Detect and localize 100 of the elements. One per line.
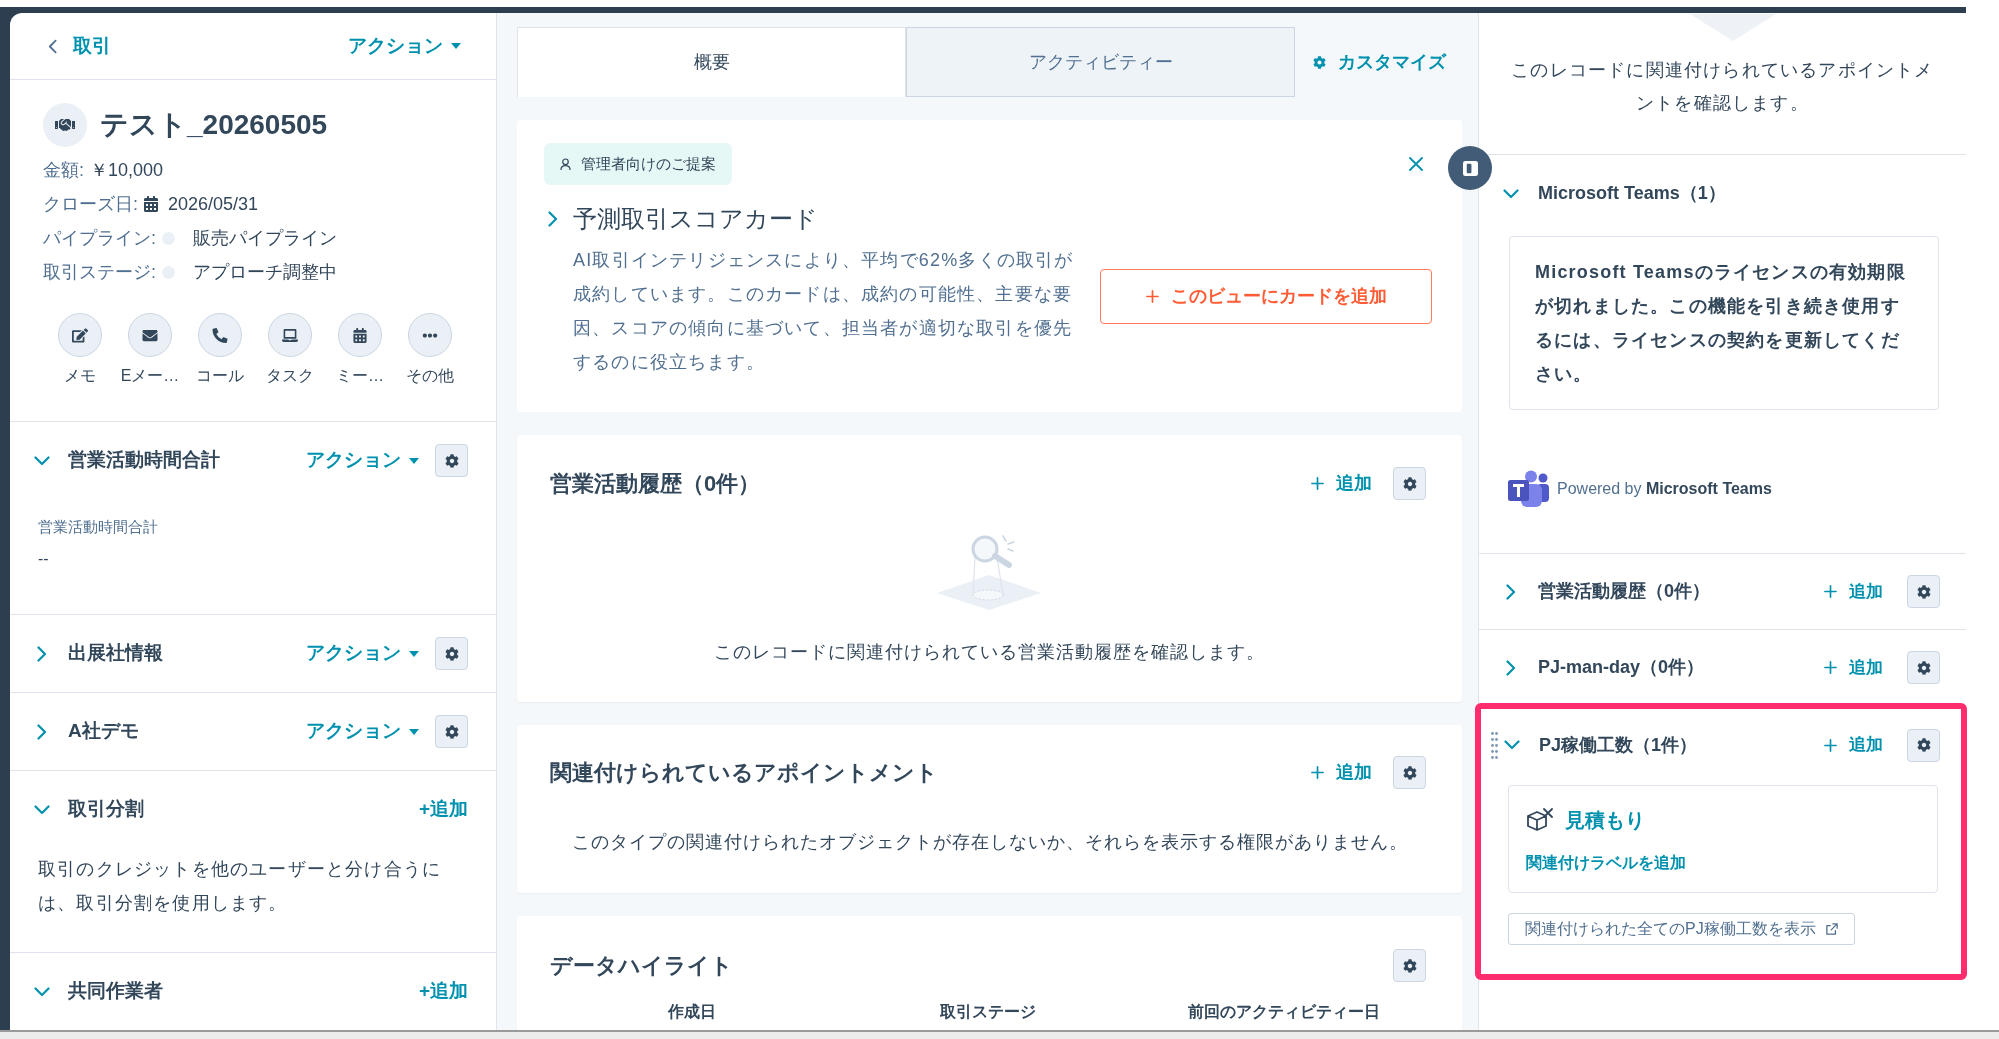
card-title: データハイライト xyxy=(550,952,733,980)
section-title[interactable]: 取引分割 xyxy=(68,795,144,824)
plus-icon xyxy=(1145,290,1159,303)
column-header: 取引ステージ xyxy=(940,1002,1036,1022)
phone-icon xyxy=(198,313,242,357)
box-cross-icon xyxy=(1526,808,1553,832)
settings-button[interactable] xyxy=(435,637,468,670)
person-icon xyxy=(560,157,571,171)
section-title[interactable]: 共同作業者 xyxy=(68,977,163,1006)
external-link-icon xyxy=(1825,923,1838,935)
pencil-icon xyxy=(58,313,102,357)
suggestion-title[interactable]: 予測取引スコアカード xyxy=(573,201,818,237)
section-title[interactable]: A社デモ xyxy=(68,717,139,746)
tab[interactable]: アクティビティー xyxy=(906,27,1295,97)
field-value: -- xyxy=(38,549,49,569)
badge-label: 管理者向けのご提案 xyxy=(581,153,716,174)
section-title[interactable]: 営業活動履歴（0件） xyxy=(1538,578,1710,605)
property-value: 販売パイプライン xyxy=(193,226,337,250)
empty-message: このレコードに関連付けられている営業活動履歴を確認します。 xyxy=(714,641,1265,664)
caret-icon xyxy=(409,457,419,464)
suggestion-text: AI取引インテリジェンスにより、平均で62%多くの取引が成約しています。このカードは、成約の可能性、主要な要因、スコアの傾向に基づいて、担当者が適切な取引を優先するのに役立ちます。 xyxy=(573,249,1075,374)
gear-icon xyxy=(1402,476,1417,491)
quick-action-button[interactable]: ミー… xyxy=(336,313,384,386)
actions-menu-button[interactable]: アクション xyxy=(306,639,419,668)
section-title[interactable]: 出展社情報 xyxy=(68,639,163,668)
back-link[interactable]: 取引 xyxy=(48,31,111,61)
settings-button[interactable] xyxy=(1907,575,1940,608)
plus-icon xyxy=(1311,477,1324,490)
drag-handle-icon[interactable] xyxy=(1490,730,1498,760)
gear-icon xyxy=(1916,584,1931,599)
quick-action-button[interactable]: その他 xyxy=(406,313,454,386)
view-all-button[interactable]: 関連付けられた全てのPJ稼働工数を表示 xyxy=(1508,913,1855,945)
property-value: アプローチ調整中 xyxy=(193,260,337,284)
add-button[interactable]: 追加 xyxy=(1824,654,1883,681)
chevron-right-icon[interactable] xyxy=(37,723,47,740)
section-title[interactable]: Microsoft Teams（1） xyxy=(1538,180,1726,207)
panel-icon xyxy=(1462,160,1478,176)
settings-button[interactable] xyxy=(1393,949,1426,982)
quick-action-button[interactable]: メモ xyxy=(58,313,102,386)
add-button[interactable]: +追加 xyxy=(418,977,468,1006)
close-button[interactable] xyxy=(1408,156,1424,172)
app-logo-icon xyxy=(1508,470,1549,507)
ellipsis-icon xyxy=(408,313,452,357)
gear-icon xyxy=(1916,660,1931,675)
property-label: パイプライン: xyxy=(43,226,156,250)
section-title[interactable]: PJ稼働工数（1件） xyxy=(1539,731,1698,759)
chevron-down-icon[interactable] xyxy=(34,455,50,466)
quick-action-button[interactable]: コール xyxy=(196,313,244,386)
add-button[interactable]: 追加 xyxy=(1824,732,1883,758)
settings-button[interactable] xyxy=(1907,651,1940,684)
chevron-right-icon[interactable] xyxy=(548,211,558,227)
section-title[interactable]: 営業活動時間合計 xyxy=(68,446,220,475)
column-header: 前回のアクティビティー日 xyxy=(1188,1002,1380,1022)
envelope-icon xyxy=(128,313,172,357)
settings-button[interactable] xyxy=(435,444,468,477)
record-link[interactable]: 見積もり xyxy=(1565,805,1645,835)
actions-menu-button[interactable]: アクション xyxy=(306,446,419,475)
add-button[interactable]: 追加 xyxy=(1311,759,1372,786)
settings-button[interactable] xyxy=(1393,467,1426,500)
add-button[interactable]: +追加 xyxy=(418,795,468,824)
add-card-button[interactable]: このビューにカードを追加 xyxy=(1100,269,1432,324)
tab[interactable]: 概要 xyxy=(517,27,906,97)
gear-icon xyxy=(444,453,459,468)
add-button[interactable]: 追加 xyxy=(1824,578,1883,605)
actions-menu-button[interactable]: アクション xyxy=(348,31,461,61)
settings-button[interactable] xyxy=(435,715,468,748)
handshake-icon xyxy=(43,103,87,147)
gear-icon xyxy=(1313,55,1326,69)
plus-icon xyxy=(1824,738,1837,752)
chevron-right-icon[interactable] xyxy=(37,645,47,662)
chevron-down-icon[interactable] xyxy=(1504,740,1520,750)
empty-message: このタイプの関連付けられたオブジェクトが存在しないか、それらを表示する権限がありません。 xyxy=(571,831,1408,854)
settings-button[interactable] xyxy=(1907,728,1940,762)
property-value: ￥10,000 xyxy=(90,158,164,182)
column-header: 作成日 xyxy=(668,1002,716,1022)
calendar-icon xyxy=(144,196,158,212)
caret-icon xyxy=(451,43,461,49)
gear-icon xyxy=(1402,958,1417,973)
chevron-right-icon[interactable] xyxy=(1506,583,1516,600)
laptop-icon xyxy=(268,313,312,357)
chevron-down-icon[interactable] xyxy=(34,804,50,815)
calendar-icon xyxy=(338,313,382,357)
card-title: 関連付けられているアポイントメント xyxy=(550,759,938,787)
chevron-down-icon[interactable] xyxy=(1503,188,1519,199)
actions-menu-button[interactable]: アクション xyxy=(306,717,419,746)
property-label: 取引ステージ: xyxy=(43,260,156,284)
add-button[interactable]: 追加 xyxy=(1311,470,1372,497)
quick-action-button[interactable]: Eメー… xyxy=(120,313,180,386)
gear-icon xyxy=(1402,765,1417,780)
license-notice: Microsoft Teamsのライセンスの有効期限が切れました。この機能を引き続き使用するには、ライセンスの契約を更新してください。 xyxy=(1509,236,1939,410)
gear-icon xyxy=(1916,738,1931,752)
settings-button[interactable] xyxy=(1393,756,1426,789)
chevron-right-icon[interactable] xyxy=(1506,659,1516,676)
add-label-link[interactable]: 関連付けラベルを追加 xyxy=(1526,853,1686,873)
chevron-down-icon[interactable] xyxy=(34,986,50,997)
quick-action-button[interactable]: タスク xyxy=(266,313,314,386)
customize-button[interactable]: カスタマイズ xyxy=(1313,48,1446,76)
section-title[interactable]: PJ-man-day（0件） xyxy=(1538,654,1705,681)
gear-icon xyxy=(444,724,459,739)
close-icon xyxy=(1409,157,1423,171)
